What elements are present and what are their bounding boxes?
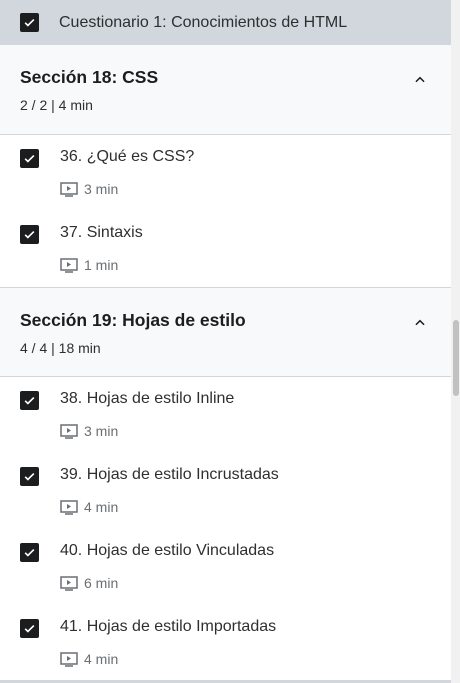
quiz-checkbox[interactable]	[20, 13, 39, 32]
checkmark-icon	[24, 154, 35, 163]
lecture-item[interactable]: 39. Hojas de estilo Incrustadas 4 min	[0, 453, 451, 529]
quiz-title: Cuestionario 1: Conocimientos de HTML	[59, 13, 348, 31]
section-meta: 2 / 2 | 4 min	[20, 97, 93, 113]
lecture-duration: 4 min	[84, 651, 119, 667]
lecture-meta: 6 min	[60, 575, 118, 591]
lecture-item[interactable]: 40. Hojas de estilo Vinculadas 6 min	[0, 529, 451, 605]
lecture-meta: 3 min	[60, 423, 118, 439]
section-title: Sección 18: CSS	[20, 67, 159, 87]
video-icon	[60, 423, 78, 439]
lecture-title: 41. Hojas de estilo Importadas	[60, 618, 277, 635]
section-meta: 4 / 4 | 18 min	[20, 340, 101, 356]
scrollbar-thumb[interactable]	[453, 320, 459, 396]
lecture-meta: 1 min	[60, 257, 118, 273]
lecture-item[interactable]: 38. Hojas de estilo Inline 3 min	[0, 377, 451, 453]
checkmark-icon	[24, 396, 35, 405]
lecture-meta: 4 min	[60, 499, 118, 515]
lecture-duration: 3 min	[84, 423, 119, 439]
lecture-checkbox[interactable]	[20, 619, 39, 638]
lecture-item[interactable]: 41. Hojas de estilo Importadas 4 min	[0, 605, 451, 681]
checkmark-icon	[24, 230, 35, 239]
lecture-checkbox[interactable]	[20, 467, 39, 486]
lecture-meta: 4 min	[60, 651, 118, 667]
section-header-19[interactable]: Sección 19: Hojas de estilo 4 / 4 | 18 m…	[0, 287, 451, 377]
section-items-19: 38. Hojas de estilo Inline 3 min 39. Hoj…	[0, 377, 451, 681]
lecture-title: 38. Hojas de estilo Inline	[60, 390, 235, 407]
scrollbar[interactable]	[451, 0, 460, 683]
lecture-duration: 3 min	[84, 181, 119, 197]
lecture-item[interactable]: 37. Sintaxis 1 min	[0, 211, 451, 287]
chevron-up-icon[interactable]	[413, 73, 427, 87]
lecture-duration: 6 min	[84, 575, 119, 591]
lecture-checkbox[interactable]	[20, 543, 39, 562]
checkmark-icon	[24, 18, 35, 27]
video-icon	[60, 257, 78, 273]
lecture-meta: 3 min	[60, 181, 118, 197]
section-title: Sección 19: Hojas de estilo	[20, 310, 246, 330]
lecture-title: 40. Hojas de estilo Vinculadas	[60, 542, 275, 559]
section-items-18: 36. ¿Qué es CSS? 3 min 37. Sintaxis 1 mi…	[0, 135, 451, 287]
course-content-panel: Cuestionario 1: Conocimientos de HTML Se…	[0, 0, 451, 683]
lecture-checkbox[interactable]	[20, 225, 39, 244]
video-icon	[60, 181, 78, 197]
checkmark-icon	[24, 472, 35, 481]
quiz-item[interactable]: Cuestionario 1: Conocimientos de HTML	[0, 0, 451, 45]
lecture-duration: 1 min	[84, 257, 119, 273]
lecture-title: 39. Hojas de estilo Incrustadas	[60, 466, 279, 483]
video-icon	[60, 651, 78, 667]
chevron-up-icon[interactable]	[413, 316, 427, 330]
lecture-checkbox[interactable]	[20, 391, 39, 410]
video-icon	[60, 575, 78, 591]
lecture-checkbox[interactable]	[20, 149, 39, 168]
lecture-duration: 4 min	[84, 499, 119, 515]
lecture-title: 37. Sintaxis	[60, 224, 143, 241]
checkmark-icon	[24, 624, 35, 633]
lecture-item[interactable]: 36. ¿Qué es CSS? 3 min	[0, 135, 451, 211]
lecture-title: 36. ¿Qué es CSS?	[60, 148, 195, 165]
checkmark-icon	[24, 548, 35, 557]
video-icon	[60, 499, 78, 515]
section-header-18[interactable]: Sección 18: CSS 2 / 2 | 4 min	[0, 45, 451, 135]
